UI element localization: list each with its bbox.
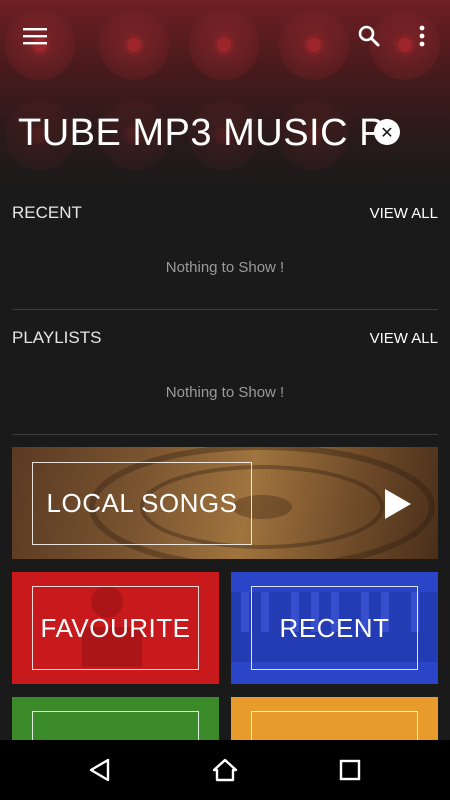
- category-tile-frame: [32, 711, 199, 740]
- category-tile-green[interactable]: [12, 697, 219, 740]
- close-icon[interactable]: ✕: [374, 119, 400, 145]
- favourite-tile[interactable]: FAVOURITE: [12, 572, 219, 684]
- vinyl-decoration: [189, 10, 259, 80]
- play-icon[interactable]: [385, 489, 411, 519]
- vinyl-decoration: [99, 10, 169, 80]
- local-songs-tile[interactable]: LOCAL SONGS: [12, 447, 438, 559]
- system-navigation-bar: [0, 740, 450, 800]
- menu-icon[interactable]: [21, 22, 49, 50]
- category-tile-frame: [251, 711, 418, 740]
- recent-empty-message: Nothing to Show !: [165, 259, 285, 276]
- divider: [12, 434, 438, 435]
- vinyl-decoration: [279, 10, 349, 80]
- search-icon[interactable]: [355, 22, 383, 50]
- home-icon[interactable]: [210, 755, 240, 785]
- category-tile-orange[interactable]: [231, 697, 438, 740]
- playlists-empty-message: Nothing to Show !: [165, 384, 285, 401]
- recent-section-title: RECENT: [12, 203, 82, 222]
- recent-tile[interactable]: RECENT: [231, 572, 438, 684]
- overview-icon[interactable]: [335, 755, 365, 785]
- recent-view-all-button[interactable]: VIEW ALL: [370, 205, 438, 222]
- playlists-section-title: PLAYLISTS: [12, 328, 102, 347]
- recent-tile-label: RECENT: [251, 586, 418, 670]
- back-icon[interactable]: [85, 755, 115, 785]
- app-title: TUBE MP3 MUSIC PL: [18, 112, 388, 154]
- divider: [12, 309, 438, 310]
- playlists-view-all-button[interactable]: VIEW ALL: [370, 330, 438, 347]
- favourite-label: FAVOURITE: [32, 586, 199, 670]
- more-vert-icon[interactable]: [408, 22, 436, 50]
- local-songs-label: LOCAL SONGS: [32, 462, 252, 545]
